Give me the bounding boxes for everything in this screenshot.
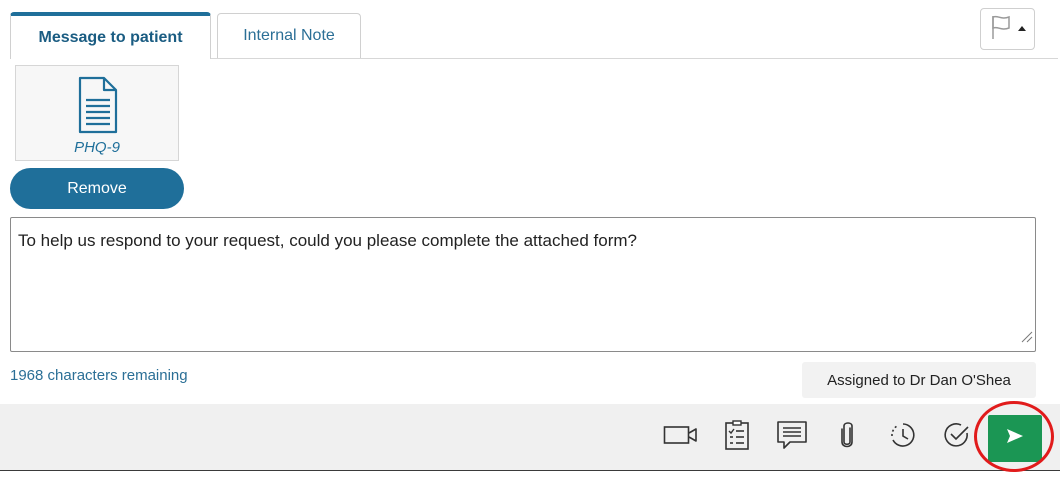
characters-remaining: 1968 characters remaining: [10, 367, 188, 384]
message-text: To help us respond to your request, coul…: [18, 231, 637, 250]
questionnaire-button[interactable]: [722, 419, 752, 455]
message-template-button[interactable]: [776, 420, 808, 455]
tab-label: Message to patient: [38, 28, 183, 46]
check-icon: [943, 421, 971, 454]
message-textarea[interactable]: To help us respond to your request, coul…: [10, 217, 1036, 352]
message-template-icon: [776, 420, 808, 455]
attachment-name: PHQ-9: [74, 139, 120, 156]
send-button[interactable]: [988, 415, 1042, 462]
tab-label: Internal Note: [243, 27, 335, 44]
schedule-icon: [889, 421, 917, 454]
video-call-button[interactable]: [663, 422, 699, 452]
paperclip-icon: [839, 420, 855, 455]
tab-internal-note[interactable]: Internal Note: [217, 13, 361, 58]
complete-button[interactable]: [942, 422, 972, 452]
send-icon: [1005, 427, 1025, 450]
action-toolbar: [0, 404, 1060, 470]
attachment-card[interactable]: PHQ-9: [15, 65, 179, 161]
flag-dropdown[interactable]: [980, 8, 1035, 50]
assigned-text: Assigned to Dr Dan O'Shea: [827, 371, 1011, 389]
questionnaire-icon: [724, 419, 750, 455]
caret-up-icon: [1017, 25, 1026, 31]
message-composer: Message to patient Internal Note PHQ-9 R…: [0, 0, 1060, 478]
attach-button[interactable]: [832, 420, 862, 455]
flag-icon: [990, 14, 1012, 45]
schedule-button[interactable]: [888, 422, 918, 452]
video-icon: [663, 424, 699, 451]
tab-message-to-patient[interactable]: Message to patient: [10, 12, 211, 59]
assigned-label[interactable]: Assigned to Dr Dan O'Shea: [802, 362, 1036, 398]
resize-handle-icon[interactable]: [1019, 327, 1033, 349]
remove-button[interactable]: Remove: [10, 168, 184, 209]
document-icon: [78, 76, 118, 139]
toolbar-divider: [0, 470, 1060, 471]
